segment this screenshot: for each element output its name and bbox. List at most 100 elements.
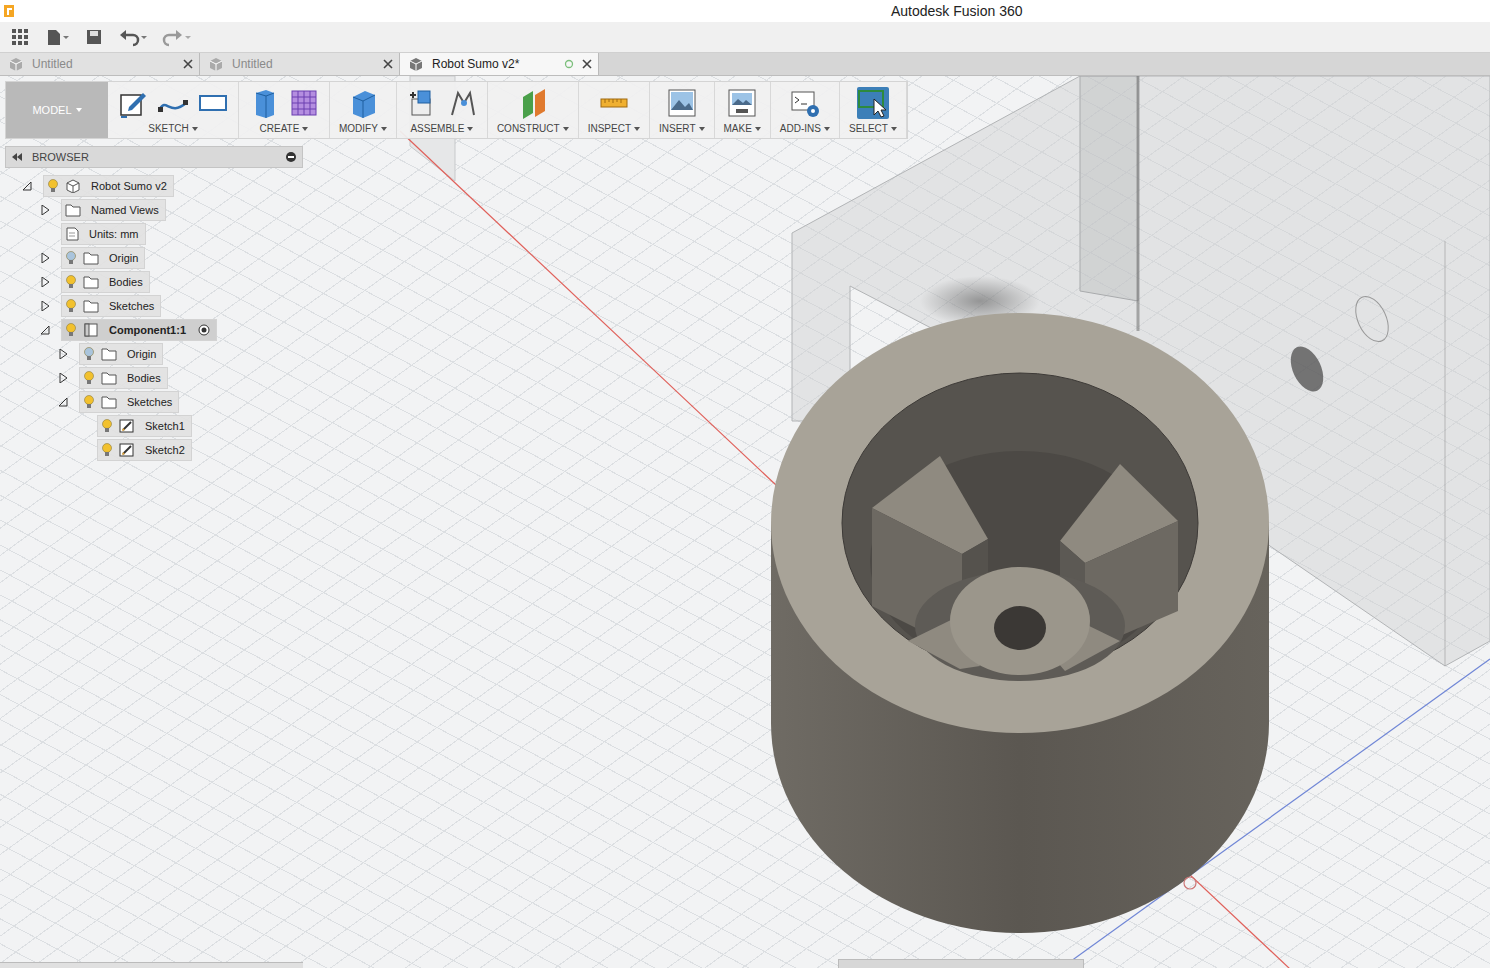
sketch-tool-icon[interactable]: [197, 87, 229, 119]
canvas-viewport[interactable]: MODEL SKETCH CREATE MODIFY ASSEMBLE CONSTRUCT…: [0, 76, 1490, 968]
panel-scrollbar[interactable]: [0, 962, 303, 968]
tab-label[interactable]: Untitled: [32, 57, 175, 71]
toolbar-group-label[interactable]: SELECT: [849, 123, 888, 134]
tree-item-label[interactable]: Origin: [105, 252, 138, 264]
construct-tool-icon[interactable]: [517, 87, 549, 119]
toolbar-group-label[interactable]: ASSEMBLE: [410, 123, 464, 134]
tree-item-label[interactable]: Robot Sumo v2: [87, 180, 167, 192]
tree-item[interactable]: Sketches: [5, 294, 303, 318]
tree-item-label[interactable]: Origin: [123, 348, 156, 360]
inspect-tool-icon[interactable]: [598, 87, 630, 119]
collapsed-toggle-icon[interactable]: [58, 349, 68, 359]
toolbar-group[interactable]: ASSEMBLE: [397, 82, 488, 138]
collapse-panel-icon[interactable]: [12, 153, 22, 161]
visibility-bulb-icon[interactable]: [101, 419, 113, 433]
expanded-toggle-icon[interactable]: [40, 325, 50, 335]
tree-item-label[interactable]: Component1:1: [105, 324, 186, 336]
sketch-tool-icon[interactable]: [157, 87, 189, 119]
toolbar-group-label[interactable]: MAKE: [724, 123, 752, 134]
tree-item-label[interactable]: Named Views: [87, 204, 159, 216]
make-tool-icon[interactable]: [726, 87, 758, 119]
collapsed-toggle-icon[interactable]: [40, 277, 50, 287]
tree-item-label[interactable]: Sketch1: [141, 420, 185, 432]
tree-item[interactable]: Bodies: [5, 366, 303, 390]
assemble-tool-icon[interactable]: [406, 87, 438, 119]
workspace-switcher[interactable]: MODEL: [6, 82, 108, 138]
collapsed-toggle-icon[interactable]: [40, 205, 50, 215]
visibility-bulb-icon[interactable]: [83, 347, 95, 361]
toolbar-group-label[interactable]: INSPECT: [588, 123, 631, 134]
toolbar-group-label[interactable]: INSERT: [659, 123, 696, 134]
sketch-tool-icon[interactable]: [117, 87, 149, 119]
collapsed-toggle-icon[interactable]: [40, 301, 50, 311]
data-panel-icon[interactable]: [10, 27, 30, 47]
tree-item[interactable]: Bodies: [5, 270, 303, 294]
visibility-bulb-icon[interactable]: [83, 395, 95, 409]
close-icon[interactable]: [183, 59, 193, 69]
visibility-bulb-icon[interactable]: [65, 299, 77, 313]
workspace-label[interactable]: MODEL: [32, 104, 71, 116]
assemble-tool-icon[interactable]: [446, 87, 478, 119]
tree-item[interactable]: Origin: [5, 246, 303, 270]
3d-scene[interactable]: [0, 76, 1490, 968]
save-icon[interactable]: [84, 27, 104, 47]
tree-item-label[interactable]: Sketch2: [141, 444, 185, 456]
modify-tool-icon[interactable]: [347, 87, 379, 119]
expanded-toggle-icon[interactable]: [22, 181, 32, 191]
toolbar-group[interactable]: SKETCH: [108, 82, 239, 138]
collapsed-toggle-icon[interactable]: [58, 373, 68, 383]
insert-tool-icon[interactable]: [666, 87, 698, 119]
tree-item-label[interactable]: Units: mm: [85, 228, 139, 240]
toolbar-group[interactable]: CONSTRUCT: [488, 82, 579, 138]
toolbar-group[interactable]: INSPECT: [579, 82, 650, 138]
toolbar-group[interactable]: INSERT: [650, 82, 715, 138]
toolbar-group-label[interactable]: MODIFY: [339, 123, 378, 134]
navigation-bar[interactable]: [838, 959, 1084, 968]
tree-item[interactable]: Sketch1: [5, 414, 303, 438]
collapsed-toggle-icon[interactable]: [40, 253, 50, 263]
close-icon[interactable]: [582, 59, 592, 69]
active-component-icon[interactable]: [198, 324, 210, 336]
tree-item-label[interactable]: Bodies: [105, 276, 143, 288]
visibility-bulb-icon[interactable]: [101, 443, 113, 457]
toolbar-group[interactable]: SELECT: [840, 82, 907, 138]
visibility-bulb-icon[interactable]: [83, 371, 95, 385]
undo-icon[interactable]: [118, 27, 148, 47]
select-tool-icon[interactable]: [857, 87, 889, 119]
tree-item[interactable]: Sketches: [5, 390, 303, 414]
toolbar-group-label[interactable]: CONSTRUCT: [497, 123, 560, 134]
visibility-bulb-icon[interactable]: [65, 275, 77, 289]
tree-item[interactable]: Origin: [5, 342, 303, 366]
document-tab[interactable]: Untitled: [0, 53, 200, 75]
file-icon[interactable]: [44, 27, 70, 47]
toolbar-group[interactable]: CREATE: [239, 82, 330, 138]
tree-item[interactable]: Component1:1: [5, 318, 303, 342]
tree-item-label[interactable]: Bodies: [123, 372, 161, 384]
redo-icon[interactable]: [162, 27, 192, 47]
toolbar-group[interactable]: ADD-INS: [771, 82, 840, 138]
toolbar-group[interactable]: MAKE: [715, 82, 771, 138]
document-tab[interactable]: Untitled: [200, 53, 400, 75]
visibility-bulb-icon[interactable]: [47, 179, 59, 193]
tree-item-label[interactable]: Sketches: [105, 300, 154, 312]
tree-item[interactable]: Units: mm: [5, 222, 303, 246]
toolbar-group-label[interactable]: CREATE: [260, 123, 300, 134]
visibility-bulb-icon[interactable]: [65, 323, 77, 337]
minimize-icon[interactable]: [286, 152, 296, 162]
toolbar-group-label[interactable]: ADD-INS: [780, 123, 821, 134]
tree-item[interactable]: Robot Sumo v2: [5, 174, 303, 198]
addins-tool-icon[interactable]: [789, 87, 821, 119]
create-tool-icon[interactable]: [288, 87, 320, 119]
tree-item[interactable]: Named Views: [5, 198, 303, 222]
toolbar-group[interactable]: MODIFY: [330, 82, 397, 138]
document-tab[interactable]: Robot Sumo v2*: [400, 53, 599, 75]
tab-label[interactable]: Robot Sumo v2*: [432, 57, 556, 71]
create-tool-icon[interactable]: [248, 87, 280, 119]
tree-item[interactable]: Sketch2: [5, 438, 303, 462]
expanded-toggle-icon[interactable]: [58, 397, 68, 407]
toolbar-group-label[interactable]: SKETCH: [148, 123, 189, 134]
tree-item-label[interactable]: Sketches: [123, 396, 172, 408]
close-icon[interactable]: [383, 59, 393, 69]
tab-label[interactable]: Untitled: [232, 57, 375, 71]
visibility-bulb-icon[interactable]: [65, 251, 77, 265]
